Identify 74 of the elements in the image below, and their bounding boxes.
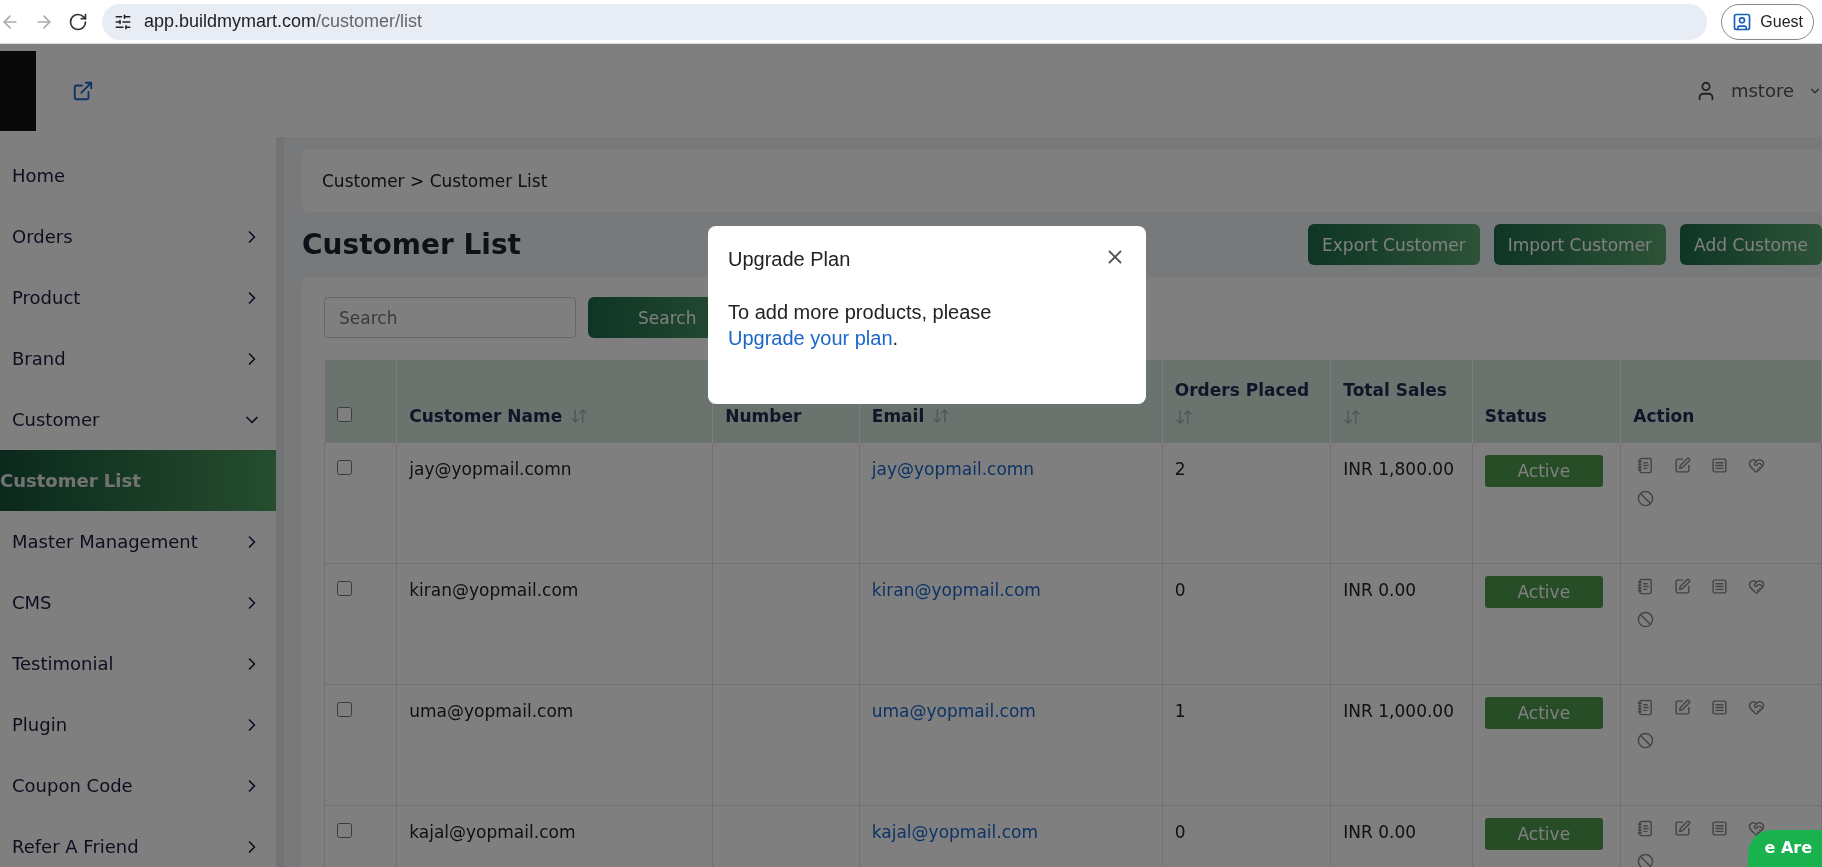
column-header: Status [1484, 405, 1547, 426]
address-bar[interactable]: app.buildmymart.com/customer/list [102, 3, 1708, 40]
list-icon[interactable] [1711, 698, 1729, 716]
sidebar-item[interactable]: Product [0, 267, 276, 328]
external-link-icon[interactable] [72, 79, 94, 102]
sort-icon[interactable] [1174, 407, 1193, 426]
table-cell: jay@yopmail.comn [396, 442, 713, 563]
email-link[interactable]: kiran@yopmail.com [871, 579, 1041, 600]
notes-icon[interactable] [1637, 456, 1655, 474]
sidebar-subitem[interactable]: Customer List [0, 450, 276, 511]
sidebar-item[interactable]: Plugin [0, 694, 276, 755]
table-cell: INR 0.00 [1330, 563, 1473, 684]
reload-icon[interactable] [68, 11, 88, 32]
sidebar-item[interactable]: CMS [0, 572, 276, 633]
notes-icon[interactable] [1637, 698, 1655, 716]
table-cell: 2 [1162, 442, 1331, 563]
row-checkbox[interactable] [337, 580, 352, 596]
column-header[interactable]: Email [871, 405, 925, 426]
table-cell: 1 [1162, 684, 1331, 805]
profile-icon [1732, 11, 1753, 32]
sort-icon[interactable] [570, 406, 589, 425]
edit-icon[interactable] [1674, 698, 1692, 716]
chat-widget[interactable]: e Are [1748, 830, 1822, 867]
table-cell: kiran@yopmail.com [396, 563, 713, 684]
row-checkbox[interactable] [337, 459, 352, 475]
search-field[interactable]: Search [324, 297, 576, 338]
row-checkbox[interactable] [337, 822, 352, 838]
sidebar-item[interactable]: Home [0, 145, 276, 206]
list-icon[interactable] [1711, 456, 1729, 474]
column-header[interactable]: Customer Name [409, 405, 563, 426]
list-icon[interactable] [1711, 819, 1729, 837]
site-info-icon[interactable] [114, 12, 132, 31]
action-button[interactable]: Export Customer [1308, 224, 1480, 265]
table-cell: uma@yopmail.com [396, 684, 713, 805]
email-link[interactable]: jay@yopmail.comn [871, 458, 1035, 479]
email-link[interactable]: uma@yopmail.com [871, 700, 1036, 721]
sort-icon[interactable] [932, 406, 951, 425]
block-icon[interactable] [1637, 852, 1655, 867]
table-cell: INR 1,800.00 [1330, 442, 1473, 563]
sidebar-item[interactable]: Master Management [0, 511, 276, 572]
sidebar-item[interactable]: Brand [0, 328, 276, 389]
action-button[interactable]: Add Custome [1680, 224, 1822, 265]
table-cell: 0 [1162, 563, 1331, 684]
list-icon[interactable] [1711, 577, 1729, 595]
block-icon[interactable] [1637, 489, 1655, 507]
edit-icon[interactable] [1674, 456, 1692, 474]
block-icon[interactable] [1637, 610, 1655, 628]
column-header: Number [725, 405, 802, 426]
page-title: Customer List [302, 228, 521, 261]
status-badge: Active [1484, 454, 1603, 487]
table-cell: INR 1,000.00 [1330, 684, 1473, 805]
sidebar-item[interactable]: Orders [0, 206, 276, 267]
status-badge: Active [1484, 696, 1603, 729]
notes-icon[interactable] [1637, 577, 1655, 595]
select-all-checkbox[interactable] [336, 406, 352, 422]
email-link[interactable]: kajal@yopmail.com [871, 821, 1038, 842]
breadcrumb: Customer > Customer List [302, 149, 1822, 212]
sidebar-item[interactable]: Refer A Friend [0, 816, 276, 867]
row-checkbox[interactable] [337, 701, 352, 717]
column-header[interactable]: Total Sales [1343, 379, 1447, 400]
edit-icon[interactable] [1674, 819, 1692, 837]
dialog-title: Upgrade Plan [728, 248, 852, 271]
status-badge: Active [1484, 575, 1603, 608]
block-icon[interactable] [1637, 731, 1655, 749]
column-header: Action [1633, 405, 1695, 426]
action-button[interactable]: Import Customer [1493, 224, 1667, 265]
sidebar-item[interactable]: Coupon Code [0, 755, 276, 816]
sort-icon[interactable] [1343, 407, 1362, 426]
sidebar-item[interactable]: Customer [0, 389, 276, 450]
edit-icon[interactable] [1674, 577, 1692, 595]
sidebar-item[interactable]: Testimonial [0, 633, 276, 694]
user-menu[interactable]: mstore [1694, 79, 1822, 102]
status-badge: Active [1484, 817, 1603, 850]
notes-icon[interactable] [1637, 819, 1655, 837]
